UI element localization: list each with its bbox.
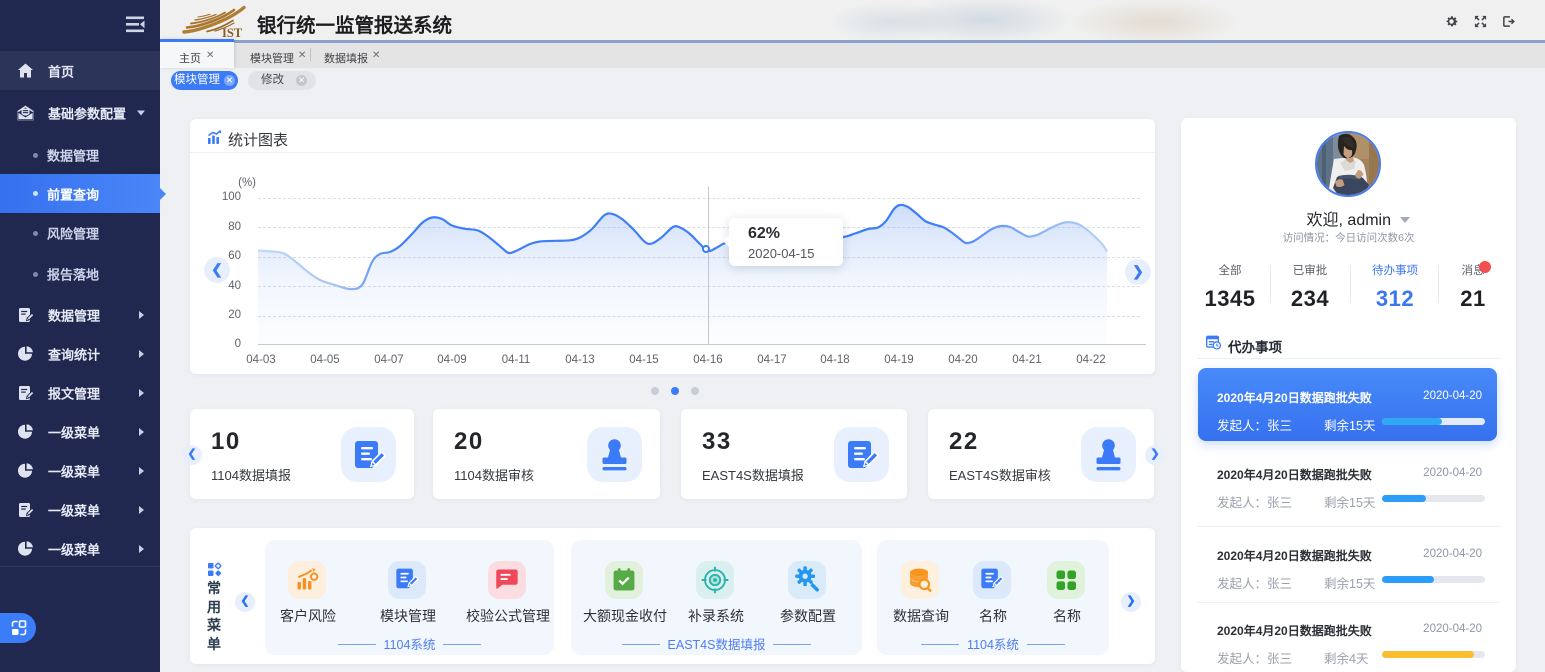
svg-text:IST: IST [222,26,243,39]
